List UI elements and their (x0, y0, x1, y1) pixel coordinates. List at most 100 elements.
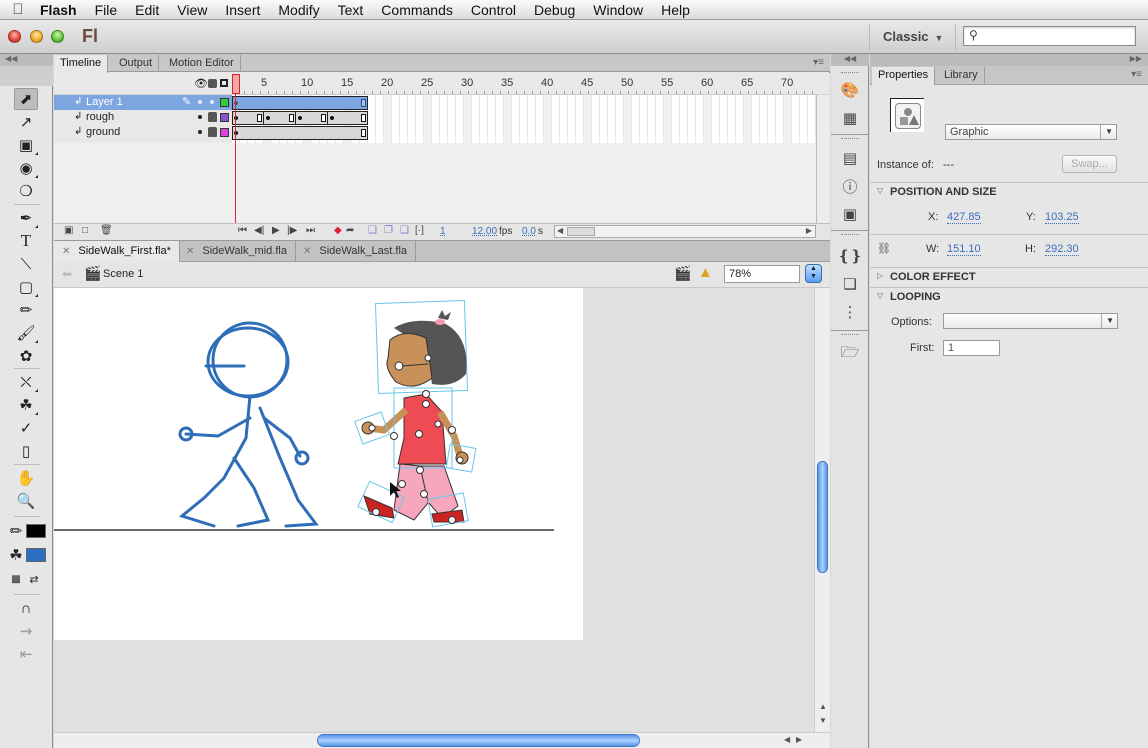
doc-tab-sidewalk-last[interactable]: ✕ SideWalk_Last.fla (295, 241, 417, 262)
scroll-down-icon[interactable]: ▼ (819, 716, 827, 725)
scroll-thumb[interactable] (317, 734, 640, 747)
panel-grip[interactable] (0, 66, 53, 86)
y-value[interactable]: 103.25 (1045, 211, 1079, 224)
stage-horizontal-scrollbar[interactable]: ◀ ▶ (54, 732, 830, 748)
onion-skin-outlines-icon[interactable]: ❐ (384, 225, 393, 236)
play-icon[interactable]: ▶ (272, 225, 280, 236)
timeline-horizontal-scrollbar[interactable]: ◀ ▶ (554, 225, 816, 238)
selection-tool-icon[interactable]: ⬈ (14, 88, 38, 110)
visible-dot[interactable] (198, 115, 202, 119)
visible-dot[interactable] (198, 130, 202, 134)
subselection-tool-icon[interactable]: ↗ (14, 111, 38, 133)
close-tab-icon[interactable]: ✕ (62, 246, 70, 257)
frame-rate-value[interactable]: 12.00 (472, 226, 497, 237)
menu-view[interactable]: View (168, 2, 216, 18)
scroll-left-icon[interactable]: ◀ (784, 735, 790, 744)
menu-modify[interactable]: Modify (269, 2, 328, 18)
menu-help[interactable]: Help (652, 2, 699, 18)
section-position-size[interactable]: ▽ POSITION AND SIZE (870, 182, 1148, 200)
swap-colors-icon[interactable]: ⇄ (22, 568, 46, 590)
h-value[interactable]: 292.30 (1045, 243, 1079, 256)
deco-tool-icon[interactable]: ✿ (14, 345, 38, 367)
playhead[interactable] (232, 74, 240, 94)
elapsed-time-value[interactable]: 0.0 (522, 226, 536, 237)
minimize-window-button[interactable] (30, 30, 43, 43)
panel-grip[interactable] (841, 138, 859, 141)
menu-flash[interactable]: Flash (36, 2, 86, 18)
symbol-type-dropdown[interactable]: Graphic ▼ (945, 124, 1117, 140)
components-panel-icon[interactable]: ❏ (840, 274, 860, 294)
zoom-window-button[interactable] (51, 30, 64, 43)
apple-menu-icon[interactable]:  (0, 1, 36, 18)
edit-symbols-icon[interactable]: ▲ (698, 264, 713, 281)
keyframe[interactable] (298, 116, 302, 120)
section-color-effect[interactable]: ▷ COLOR EFFECT (870, 267, 1148, 285)
go-to-first-frame-icon[interactable]: ⏮ (238, 225, 247, 236)
visible-dot[interactable] (198, 100, 202, 104)
layer-row-rough[interactable]: ↲ rough (54, 110, 232, 125)
menu-control[interactable]: Control (462, 2, 525, 18)
code-snippets-icon[interactable]: ❴❵ (837, 246, 862, 266)
lock-icon[interactable] (208, 79, 217, 88)
onion-skin-icon[interactable]: ❏ (368, 225, 377, 236)
workspace-switcher[interactable]: Classic ▼ (883, 29, 943, 44)
bone-tool-icon[interactable]: ⛌ (14, 371, 38, 393)
smooth-icon[interactable]: ⇝ (14, 620, 38, 642)
doc-tab-sidewalk-mid[interactable]: ✕ SideWalk_mid.fla (178, 241, 296, 262)
eraser-tool-icon[interactable]: ▯ (14, 440, 38, 462)
layer-outline-color[interactable] (220, 113, 229, 122)
go-to-last-frame-icon[interactable]: ⏭ (306, 225, 315, 236)
menu-window[interactable]: Window (584, 2, 652, 18)
timeline-vertical-scrollbar[interactable] (816, 95, 830, 223)
section-looping[interactable]: ▽ LOOPING (870, 287, 1148, 305)
layer-outline-color[interactable] (220, 98, 229, 107)
first-frame-input[interactable]: 1 (943, 340, 1000, 356)
menu-commands[interactable]: Commands (372, 2, 462, 18)
scene-breadcrumb[interactable]: Scene 1 (103, 268, 143, 280)
zoom-level-input[interactable]: 78% (724, 265, 800, 283)
menu-file[interactable]: File (86, 2, 127, 18)
center-frame-icon[interactable]: ◆ (334, 225, 342, 236)
layer-row-ground[interactable]: ↲ ground (54, 125, 232, 140)
paint-bucket-tool-icon[interactable]: ☘ (14, 394, 38, 416)
motion-presets-icon[interactable]: ⋮ (840, 302, 860, 322)
scroll-thumb[interactable] (817, 461, 828, 573)
w-value[interactable]: 151.10 (947, 243, 981, 256)
doc-tab-sidewalk-first[interactable]: ✕ SideWalk_First.fla* (54, 241, 180, 263)
current-frame-value[interactable]: 1 (440, 226, 446, 237)
3d-rotation-tool-icon[interactable]: ◉ (14, 157, 38, 179)
outline-icon[interactable] (220, 79, 228, 87)
hand-tool-icon[interactable]: ✋ (14, 467, 38, 489)
keyframe[interactable] (266, 116, 270, 120)
fill-color-swatch[interactable] (26, 548, 46, 562)
looping-options-dropdown[interactable]: ▼ (943, 313, 1118, 329)
menu-edit[interactable]: Edit (126, 2, 168, 18)
transform-panel-icon[interactable]: ▣ (840, 204, 860, 224)
panel-menu-icon[interactable]: ▾≡ (813, 57, 824, 68)
lock-icon[interactable] (208, 112, 217, 122)
straighten-icon[interactable]: ⇤ (14, 643, 38, 665)
lock-proportions-icon[interactable]: ⛓ (877, 242, 891, 255)
scroll-left-icon[interactable]: ◀ (557, 226, 563, 235)
scroll-right-icon[interactable]: ▶ (806, 226, 812, 235)
close-window-button[interactable] (8, 30, 21, 43)
scroll-thumb[interactable] (567, 227, 595, 236)
stroke-color-swatch[interactable] (26, 524, 46, 538)
align-panel-icon[interactable]: ▤ (840, 148, 860, 168)
scroll-up-icon[interactable]: ▲ (819, 702, 827, 711)
back-arrow-icon[interactable]: ⬅ (62, 267, 72, 281)
lock-icon[interactable] (208, 127, 217, 137)
menu-text[interactable]: Text (329, 2, 373, 18)
frame-span[interactable] (232, 126, 368, 140)
panel-grip[interactable] (841, 72, 859, 75)
modify-onion-markers-icon[interactable]: [·] (415, 225, 424, 236)
new-layer-icon[interactable]: ▣ (64, 225, 73, 236)
step-forward-icon[interactable]: |▶ (287, 225, 297, 236)
swap-button[interactable]: Swap... (1062, 155, 1117, 173)
help-search-input[interactable]: ⚲ (963, 26, 1136, 46)
color-panel-icon[interactable]: 🎨 (840, 80, 860, 100)
stage[interactable] (54, 288, 583, 640)
rectangle-tool-icon[interactable]: ▢ (14, 276, 38, 298)
keyframe[interactable] (330, 116, 334, 120)
tab-timeline[interactable]: Timeline (54, 55, 109, 73)
